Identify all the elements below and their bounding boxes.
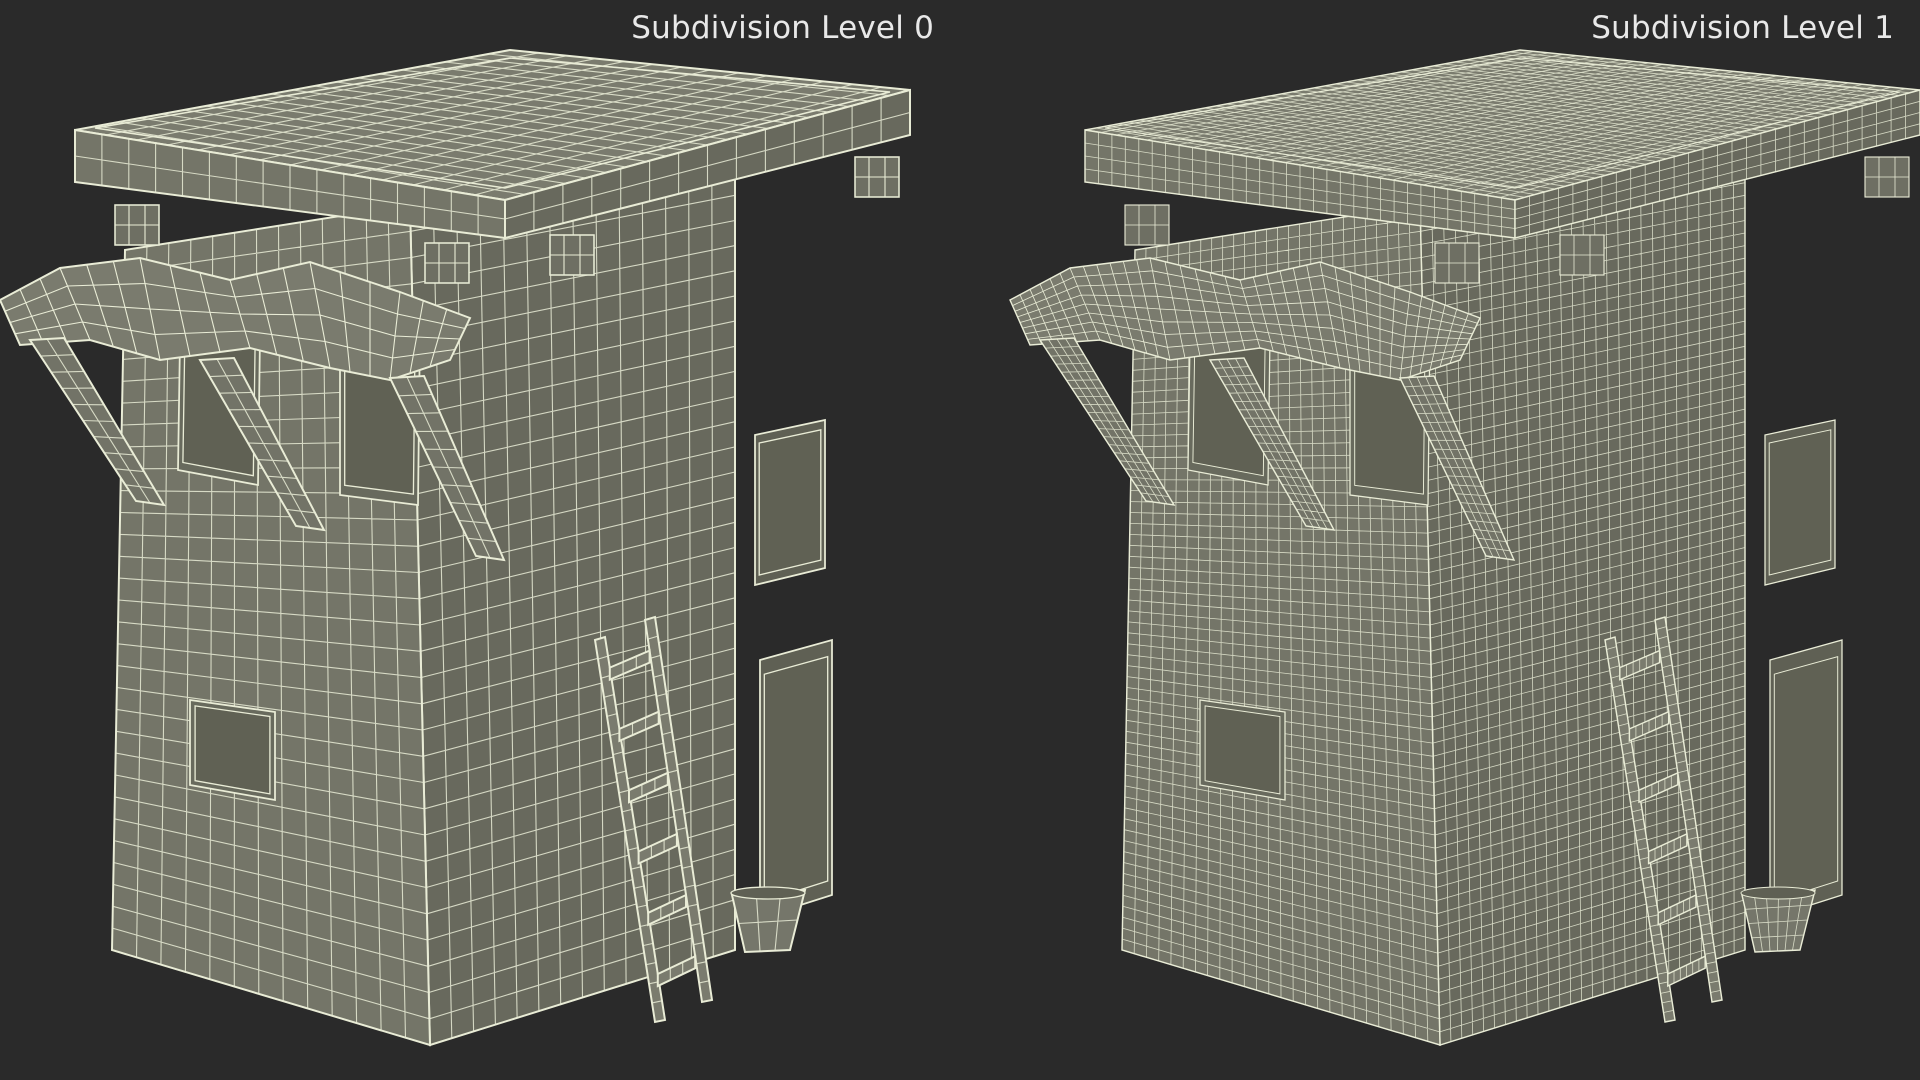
building-level-1 <box>1009 49 1920 1046</box>
building-level-0 <box>0 49 911 1047</box>
wireframe-scene <box>0 49 1920 1047</box>
render-viewport: Subdivision Level 0 Subdivision Level 1 <box>0 0 1920 1080</box>
